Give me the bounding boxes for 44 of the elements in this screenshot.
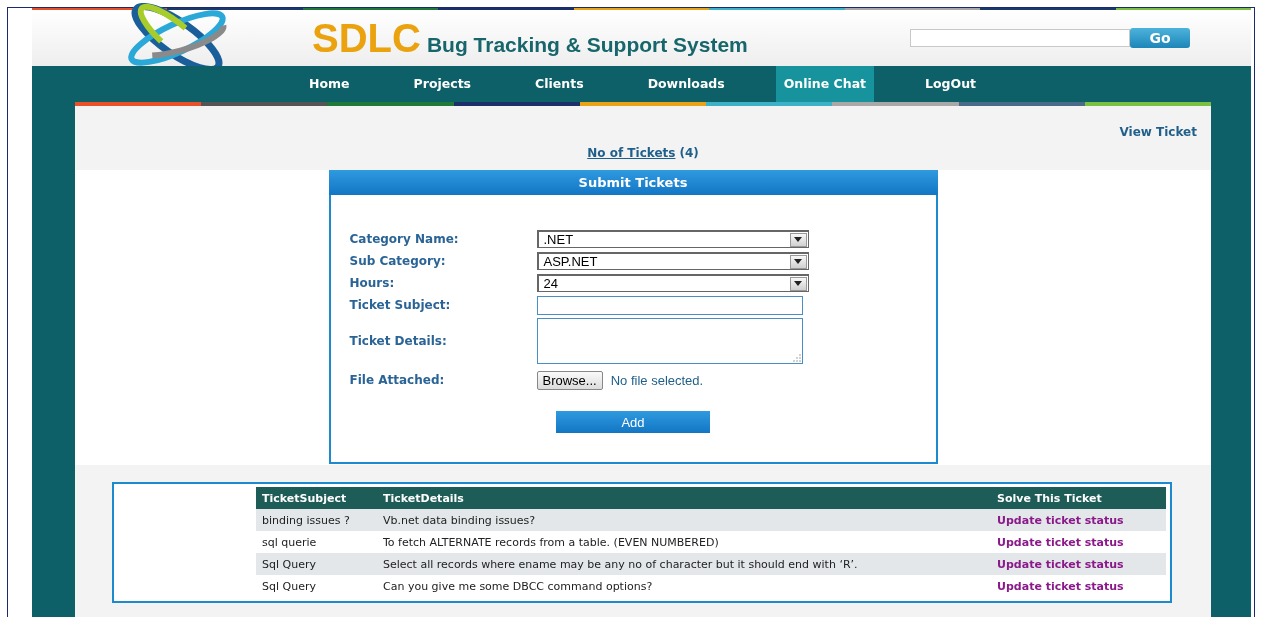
column-header: TicketDetails: [377, 487, 992, 509]
nav-tab[interactable]: Downloads: [626, 66, 746, 102]
column-header: TicketSubject: [256, 487, 377, 509]
dropdown-field[interactable]: ASP.NET: [536, 252, 809, 270]
update-status-link[interactable]: Update ticket status: [997, 579, 1124, 593]
nav-tab[interactable]: Clients: [514, 66, 605, 102]
ticket-count-link[interactable]: No of Tickets: [587, 146, 676, 160]
file-status: No file selected.: [610, 372, 704, 388]
table-cell: sql querie: [256, 531, 377, 553]
caret-icon: [794, 259, 802, 264]
caret-icon: [794, 281, 802, 286]
nav-tab[interactable]: Home: [288, 66, 371, 102]
form-title: Submit Tickets: [328, 170, 938, 195]
resize-grip-icon: [792, 354, 801, 362]
field-label: Sub Category:: [349, 253, 447, 270]
field-label: Ticket Subject:: [349, 297, 452, 314]
dropdown-field[interactable]: 24: [536, 274, 809, 292]
table-cell: Sql Query: [256, 553, 377, 575]
table-cell: Vb.net data binding issues?: [377, 509, 992, 531]
table-cell: binding issues ?: [256, 509, 377, 531]
caret-icon: [794, 237, 802, 242]
update-status-link[interactable]: Update ticket status: [997, 535, 1124, 549]
site-subtitle: Bug Tracking & Support System: [426, 32, 748, 57]
textarea-field[interactable]: [536, 318, 803, 364]
field-label: Ticket Details:: [349, 333, 448, 350]
dropdown-field[interactable]: .NET: [536, 230, 809, 248]
field-label: Category Name:: [349, 231, 460, 248]
view-ticket-link[interactable]: View Ticket: [1119, 125, 1197, 139]
ticket-count: (4): [679, 146, 699, 160]
search-field[interactable]: [910, 29, 1130, 47]
table-cell: Can you give me some DBCC command options?: [377, 575, 992, 597]
browse-button[interactable]: Browse...: [536, 370, 603, 390]
nav-tab[interactable]: Online Chat: [775, 66, 875, 102]
input-field[interactable]: [536, 296, 803, 315]
field-label: Hours:: [349, 275, 396, 292]
field-label: File Attached:: [349, 372, 446, 389]
site-logo-title: SDLC: [312, 15, 421, 61]
table-cell: Sql Query: [256, 575, 377, 597]
add-button[interactable]: Add: [556, 411, 710, 433]
nav-tab[interactable]: Projects: [392, 66, 493, 102]
nav-tab[interactable]: LogOut: [904, 66, 998, 102]
table-cell: To fetch ALTERNATE records from a table. (EVEN NUMBERED): [377, 531, 992, 553]
column-header: Solve This Ticket: [991, 487, 1166, 509]
table-cell: Select all records where ename may be any no of character but it should end with ‘R’.: [377, 553, 992, 575]
